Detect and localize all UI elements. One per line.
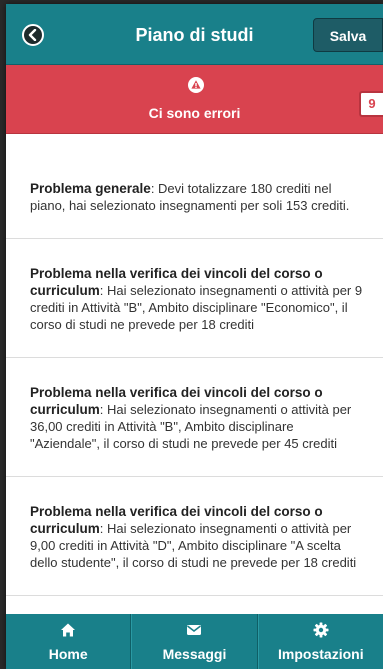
list-item: Problema generale: Devi totalizzare 180 …: [6, 154, 383, 239]
error-banner[interactable]: Ci sono errori 9: [6, 65, 383, 134]
warning-icon: [188, 77, 204, 93]
error-banner-text: Ci sono errori: [148, 105, 241, 121]
save-button[interactable]: Salva: [313, 18, 383, 52]
list-item: Problema nella verifica dei vincoli del …: [6, 239, 383, 358]
home-icon: [61, 623, 76, 637]
header-bar: Piano di studi Salva: [6, 4, 383, 65]
list-item: Problema nella verifica dei vincoli del …: [6, 358, 383, 477]
problem-title: Problema generale: [30, 181, 151, 196]
problems-list[interactable]: Problema generale: Devi totalizzare 180 …: [6, 134, 383, 614]
tab-home-label: Home: [48, 646, 88, 662]
tab-home[interactable]: Home: [6, 614, 132, 669]
envelope-icon: [187, 625, 202, 635]
tab-messages[interactable]: Messaggi: [131, 614, 258, 669]
list-item: Problema nella verifica dei vincoli del …: [6, 477, 383, 596]
tab-bar: Home Messaggi Impostazioni: [6, 614, 383, 669]
tab-settings-label: Impostazioni: [278, 646, 364, 662]
gear-icon: [313, 622, 329, 638]
error-count-badge: 9: [359, 91, 383, 117]
tab-settings[interactable]: Impostazioni: [257, 614, 383, 669]
tab-messages-label: Messaggi: [162, 646, 227, 662]
app-screen: Piano di studi Salva Ci sono errori 9 Pr…: [6, 4, 383, 669]
